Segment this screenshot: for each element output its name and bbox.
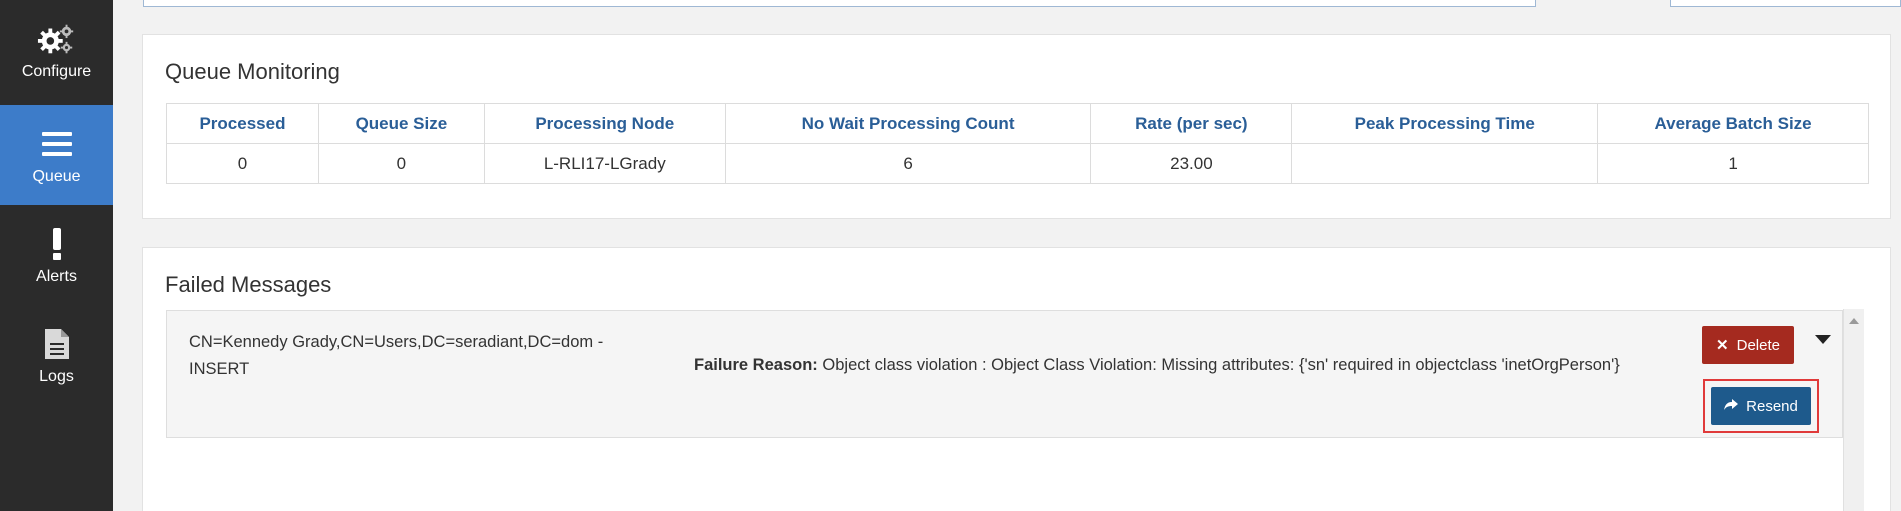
cell-peak-processing-time bbox=[1291, 143, 1599, 184]
delete-button-label: Delete bbox=[1736, 336, 1780, 354]
message-dn: CN=Kennedy Grady,CN=Users,DC=seradiant,D… bbox=[189, 333, 604, 378]
table-row: 0 0 L-RLI17-LGrady 6 23.00 1 bbox=[166, 143, 1869, 184]
share-arrow-icon bbox=[1724, 398, 1739, 415]
failure-reason: Failure Reason: Object class violation :… bbox=[694, 356, 1620, 375]
col-header-processing-node: Processing Node bbox=[483, 103, 726, 144]
col-header-processed: Processed bbox=[166, 103, 319, 144]
cell-processed: 0 bbox=[166, 143, 319, 184]
sidebar: Configure Queue Alerts Logs bbox=[0, 0, 113, 511]
queue-monitoring-title: Queue Monitoring bbox=[165, 59, 340, 84]
col-header-peak-processing-time: Peak Processing Time bbox=[1291, 103, 1599, 144]
tab-right[interactable] bbox=[1670, 0, 1901, 7]
col-header-rate: Rate (per sec) bbox=[1090, 103, 1293, 144]
tab-left[interactable] bbox=[143, 0, 1536, 7]
queue-table: Processed Queue Size Processing Node No … bbox=[166, 103, 1869, 184]
gears-icon bbox=[37, 19, 77, 59]
nav-label-logs: Logs bbox=[39, 368, 74, 385]
resend-button[interactable]: Resend bbox=[1711, 387, 1811, 425]
cell-processing-node: L-RLI17-LGrady bbox=[483, 143, 726, 184]
cell-queue-size: 0 bbox=[317, 143, 485, 184]
delete-button[interactable]: ✕ Delete bbox=[1702, 326, 1794, 364]
chevron-down-icon[interactable] bbox=[1815, 335, 1831, 344]
top-tab-strip bbox=[113, 0, 1901, 8]
nav-item-alerts[interactable]: Alerts bbox=[0, 205, 113, 305]
failure-reason-label: Failure Reason: bbox=[694, 356, 818, 374]
queue-table-header-row: Processed Queue Size Processing Node No … bbox=[166, 103, 1869, 144]
nav-item-configure[interactable]: Configure bbox=[0, 0, 113, 100]
hamburger-icon bbox=[37, 124, 77, 164]
nav-item-queue[interactable]: Queue bbox=[0, 105, 113, 205]
col-header-no-wait-processing-count: No Wait Processing Count bbox=[724, 103, 1092, 144]
cell-no-wait-processing-count: 6 bbox=[724, 143, 1092, 184]
cell-average-batch-size: 1 bbox=[1597, 143, 1869, 184]
failed-messages-panel: Failed Messages CN=Kennedy Grady,CN=User… bbox=[142, 247, 1891, 511]
scroll-up-arrow-icon[interactable] bbox=[1849, 318, 1859, 324]
close-icon: ✕ bbox=[1716, 337, 1729, 354]
nav-label-configure: Configure bbox=[21, 63, 92, 80]
scrollbar[interactable] bbox=[1843, 309, 1864, 511]
nav-label-alerts: Alerts bbox=[36, 268, 77, 285]
col-header-queue-size: Queue Size bbox=[317, 103, 485, 144]
resend-button-label: Resend bbox=[1746, 397, 1798, 415]
queue-monitoring-panel: Queue Monitoring Processed Queue Size Pr… bbox=[142, 34, 1891, 219]
document-icon bbox=[37, 324, 77, 364]
nav-item-logs[interactable]: Logs bbox=[0, 305, 113, 405]
failure-reason-text: Object class violation : Object Class Vi… bbox=[822, 356, 1620, 374]
failed-messages-title: Failed Messages bbox=[165, 272, 332, 297]
col-header-average-batch-size: Average Batch Size bbox=[1597, 103, 1869, 144]
exclamation-icon bbox=[37, 224, 77, 264]
nav-label-queue: Queue bbox=[32, 168, 81, 185]
cell-rate: 23.00 bbox=[1090, 143, 1293, 184]
failed-message-item: CN=Kennedy Grady,CN=Users,DC=seradiant,D… bbox=[166, 310, 1843, 438]
